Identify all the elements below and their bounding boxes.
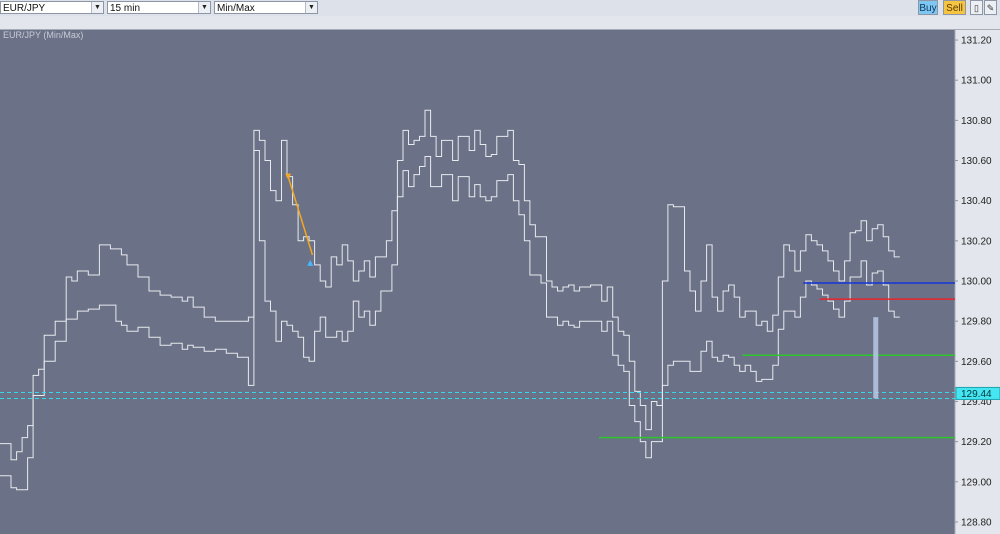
chevron-down-icon[interactable]: ▼: [198, 2, 210, 13]
chevron-down-icon[interactable]: ▼: [91, 2, 103, 13]
interval-select-value: 15 min: [110, 3, 141, 14]
y-tick-label: 130.80: [961, 116, 992, 127]
y-tick-label: 131.00: [961, 76, 992, 87]
y-tick-label: 129.60: [961, 357, 992, 368]
symbol-select[interactable]: EUR/JPY ▼: [0, 1, 104, 14]
y-tick-label: 129.80: [961, 317, 992, 328]
y-tick-label: 130.60: [961, 156, 992, 167]
symbol-select-value: EUR/JPY: [3, 3, 46, 14]
y-tick-label: 131.20: [961, 36, 992, 47]
time-axis: [0, 16, 1000, 30]
chevron-down-icon[interactable]: ▼: [305, 2, 317, 13]
y-tick-label: 130.40: [961, 196, 992, 207]
chart-title: EUR/JPY (Min/Max): [3, 30, 83, 40]
candle-pattern-icon[interactable]: ▯: [970, 0, 983, 15]
buy-button[interactable]: Buy: [918, 0, 938, 15]
current-price-label: 129.44: [961, 389, 992, 400]
last-bar-range: [873, 317, 879, 399]
max-series-line: [0, 109, 900, 461]
interval-select[interactable]: 15 min ▼: [107, 1, 211, 14]
y-tick-label: 128.80: [961, 517, 992, 528]
toolbar: EUR/JPY ▼ 15 min ▼ Min/Max ▼ Buy Sell ▯ …: [0, 0, 1000, 17]
price-chart[interactable]: EUR/JPY (Min/Max)0010:0012:0014:0016:001…: [0, 0, 1000, 534]
y-tick-label: 129.00: [961, 477, 992, 488]
chart-style-select[interactable]: Min/Max ▼: [214, 1, 318, 14]
min-series-line: [0, 150, 900, 491]
pencil-icon[interactable]: ✎: [984, 0, 997, 15]
y-tick-label: 130.20: [961, 236, 992, 247]
y-tick-label: 129.20: [961, 437, 992, 448]
trend-line: [287, 176, 314, 256]
sell-button[interactable]: Sell: [943, 0, 966, 15]
y-tick-label: 130.00: [961, 276, 992, 287]
chart-style-select-value: Min/Max: [217, 3, 255, 14]
up-triangle-marker: [307, 259, 314, 266]
